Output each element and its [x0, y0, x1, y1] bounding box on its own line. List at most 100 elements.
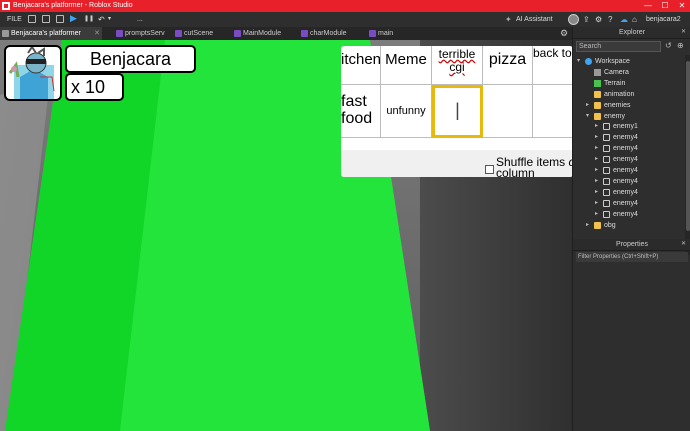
properties-filter-input[interactable]: Filter Properties (Ctrl+Shift+P) [576, 252, 688, 262]
ai-assistant-button[interactable]: AI Assistant [516, 14, 553, 25]
explorer-item[interactable]: ▸ enemy4 [573, 154, 685, 165]
close-properties-icon[interactable]: ✕ [681, 240, 686, 247]
script-icon [369, 30, 376, 37]
history-icon[interactable]: ↺ [665, 41, 672, 50]
minimize-button[interactable]: — [640, 0, 656, 12]
tab-script[interactable]: MainModule [232, 27, 290, 40]
window-title: Benjacara's platformer - Roblox Studio [13, 2, 133, 9]
tab-label: charModule [310, 30, 347, 37]
explorer-item[interactable]: ▸ enemy4 [573, 176, 685, 187]
explorer-item[interactable]: ▸ enemy4 [573, 132, 685, 143]
shuffle-checkbox[interactable] [485, 165, 494, 174]
settings-gear-icon[interactable]: ⚙ [595, 14, 602, 25]
roblox-studio-logo-icon [2, 2, 10, 10]
toolbar-more-button[interactable]: ... [137, 14, 143, 25]
chevron-right-icon[interactable]: ▸ [595, 132, 598, 143]
undo-history-chevron-icon[interactable]: ▾ [108, 14, 111, 25]
model-icon [603, 156, 610, 164]
explorer-item[interactable]: ▸ enemy4 [573, 198, 685, 209]
explorer-item-label: animation [604, 90, 635, 98]
add-object-icon[interactable]: ⊕ [677, 41, 684, 50]
tier-header-label: terrible cgi [438, 47, 476, 74]
chevron-right-icon[interactable]: ▸ [595, 198, 598, 209]
open-file-icon[interactable] [42, 15, 50, 23]
lives-counter: x 10 [65, 73, 124, 101]
cloud-icon[interactable]: ☁ [620, 14, 628, 25]
close-panel-icon[interactable]: ✕ [681, 28, 686, 35]
tier-item[interactable]: fast food [341, 85, 381, 138]
tab-place[interactable]: Benjacara's platformer ✕ [0, 27, 102, 40]
explorer-item-label: Workspace [595, 58, 630, 65]
explorer-item[interactable]: animation [573, 89, 685, 100]
save-icon[interactable] [56, 15, 64, 23]
share-icon[interactable]: ⇪ [583, 14, 590, 25]
explorer-item[interactable]: Camera [573, 67, 685, 78]
tab-script[interactable]: promptsServ [114, 27, 172, 40]
chevron-right-icon[interactable]: ▸ [595, 165, 598, 176]
tier-header[interactable]: back to school [533, 46, 573, 85]
chevron-down-icon[interactable]: ▾ [577, 56, 580, 67]
tier-list-grid: itchen Meme terrible cgi pizza back to s… [341, 46, 573, 138]
tab-script[interactable]: main [367, 27, 425, 40]
tab-label: Benjacara's platformer [11, 30, 81, 37]
folder-icon [594, 90, 601, 98]
undo-icon[interactable]: ↶ [98, 14, 105, 25]
explorer-item-label: enemy4 [613, 156, 638, 164]
new-file-icon[interactable] [28, 15, 36, 23]
chevron-right-icon[interactable]: ▸ [595, 143, 598, 154]
play-icon[interactable]: ▶ [70, 13, 77, 24]
close-button[interactable]: ✕ [674, 0, 690, 12]
chevron-right-icon[interactable]: ▸ [595, 154, 598, 165]
explorer-search-input[interactable]: Search [576, 41, 661, 52]
chevron-right-icon[interactable]: ▸ [595, 187, 598, 198]
file-menu[interactable]: FILE [7, 14, 22, 25]
chevron-right-icon[interactable]: ▸ [586, 100, 589, 111]
chevron-right-icon[interactable]: ▸ [595, 209, 598, 220]
camera-icon [594, 68, 601, 76]
tier-header[interactable]: terrible cgi [432, 46, 483, 85]
explorer-item[interactable]: ▸ enemy4 [573, 187, 685, 198]
model-icon [603, 145, 610, 153]
explorer-item-label: enemy4 [613, 134, 638, 142]
chevron-right-icon[interactable]: ▸ [595, 121, 598, 132]
explorer-item[interactable]: ▸ enemies [573, 100, 685, 111]
tier-item[interactable] [483, 85, 533, 138]
explorer-item[interactable]: ▸ enemy4 [573, 209, 685, 220]
explorer-item[interactable]: ▸ enemy4 [573, 165, 685, 176]
explorer-item[interactable]: Terrain [573, 78, 685, 89]
tier-item[interactable] [533, 85, 573, 138]
explorer-scrollbar[interactable] [685, 55, 690, 255]
tier-item[interactable]: unfunny [381, 85, 432, 138]
maximize-button[interactable]: ☐ [657, 0, 673, 12]
explorer-item[interactable]: ▾ enemy [573, 111, 685, 122]
help-icon[interactable]: ? [608, 14, 612, 25]
scrollbar-thumb[interactable] [686, 61, 690, 231]
explorer-item-label: enemy4 [613, 199, 638, 207]
explorer-item[interactable]: ▾ Workspace [573, 56, 685, 67]
tier-header[interactable]: Meme [381, 46, 432, 85]
explorer-item[interactable]: ▸ enemy1 [573, 121, 685, 132]
explorer-item[interactable]: ▸ obg [573, 220, 685, 231]
shuffle-option[interactable]: Shuffle items one column [485, 156, 573, 177]
tab-script[interactable]: cutScene [173, 27, 231, 40]
chevron-down-icon[interactable]: ▾ [586, 111, 589, 122]
tier-header[interactable]: itchen [341, 46, 381, 85]
user-avatar[interactable] [568, 14, 579, 25]
tier-header[interactable]: pizza [483, 46, 533, 85]
explorer-item-label: enemy4 [613, 145, 638, 153]
pause-icon[interactable]: ❚❚ [84, 14, 94, 25]
chevron-right-icon[interactable]: ▸ [586, 220, 589, 231]
explorer-item[interactable]: ▸ enemy4 [573, 143, 685, 154]
quick-access-toolbar: FILE ▶ ❚❚ ↶ ▾ ... ✦ AI Assistant ⇪ ⚙ ? ☁… [0, 12, 690, 27]
tab-script[interactable]: charModule [299, 27, 357, 40]
viewport-settings-gear-icon[interactable]: ⚙ [560, 28, 568, 39]
close-tab-icon[interactable]: ✕ [94, 27, 100, 40]
collaborate-icon[interactable]: ⌂ [632, 14, 637, 25]
model-icon [603, 123, 610, 131]
chevron-right-icon[interactable]: ▸ [595, 176, 598, 187]
workspace-icon [585, 58, 592, 65]
model-icon [603, 177, 610, 185]
selected-tier-item[interactable]: | [432, 85, 483, 138]
username-label[interactable]: benjacara2 [646, 14, 681, 25]
explorer-item-label: enemy4 [613, 188, 638, 196]
